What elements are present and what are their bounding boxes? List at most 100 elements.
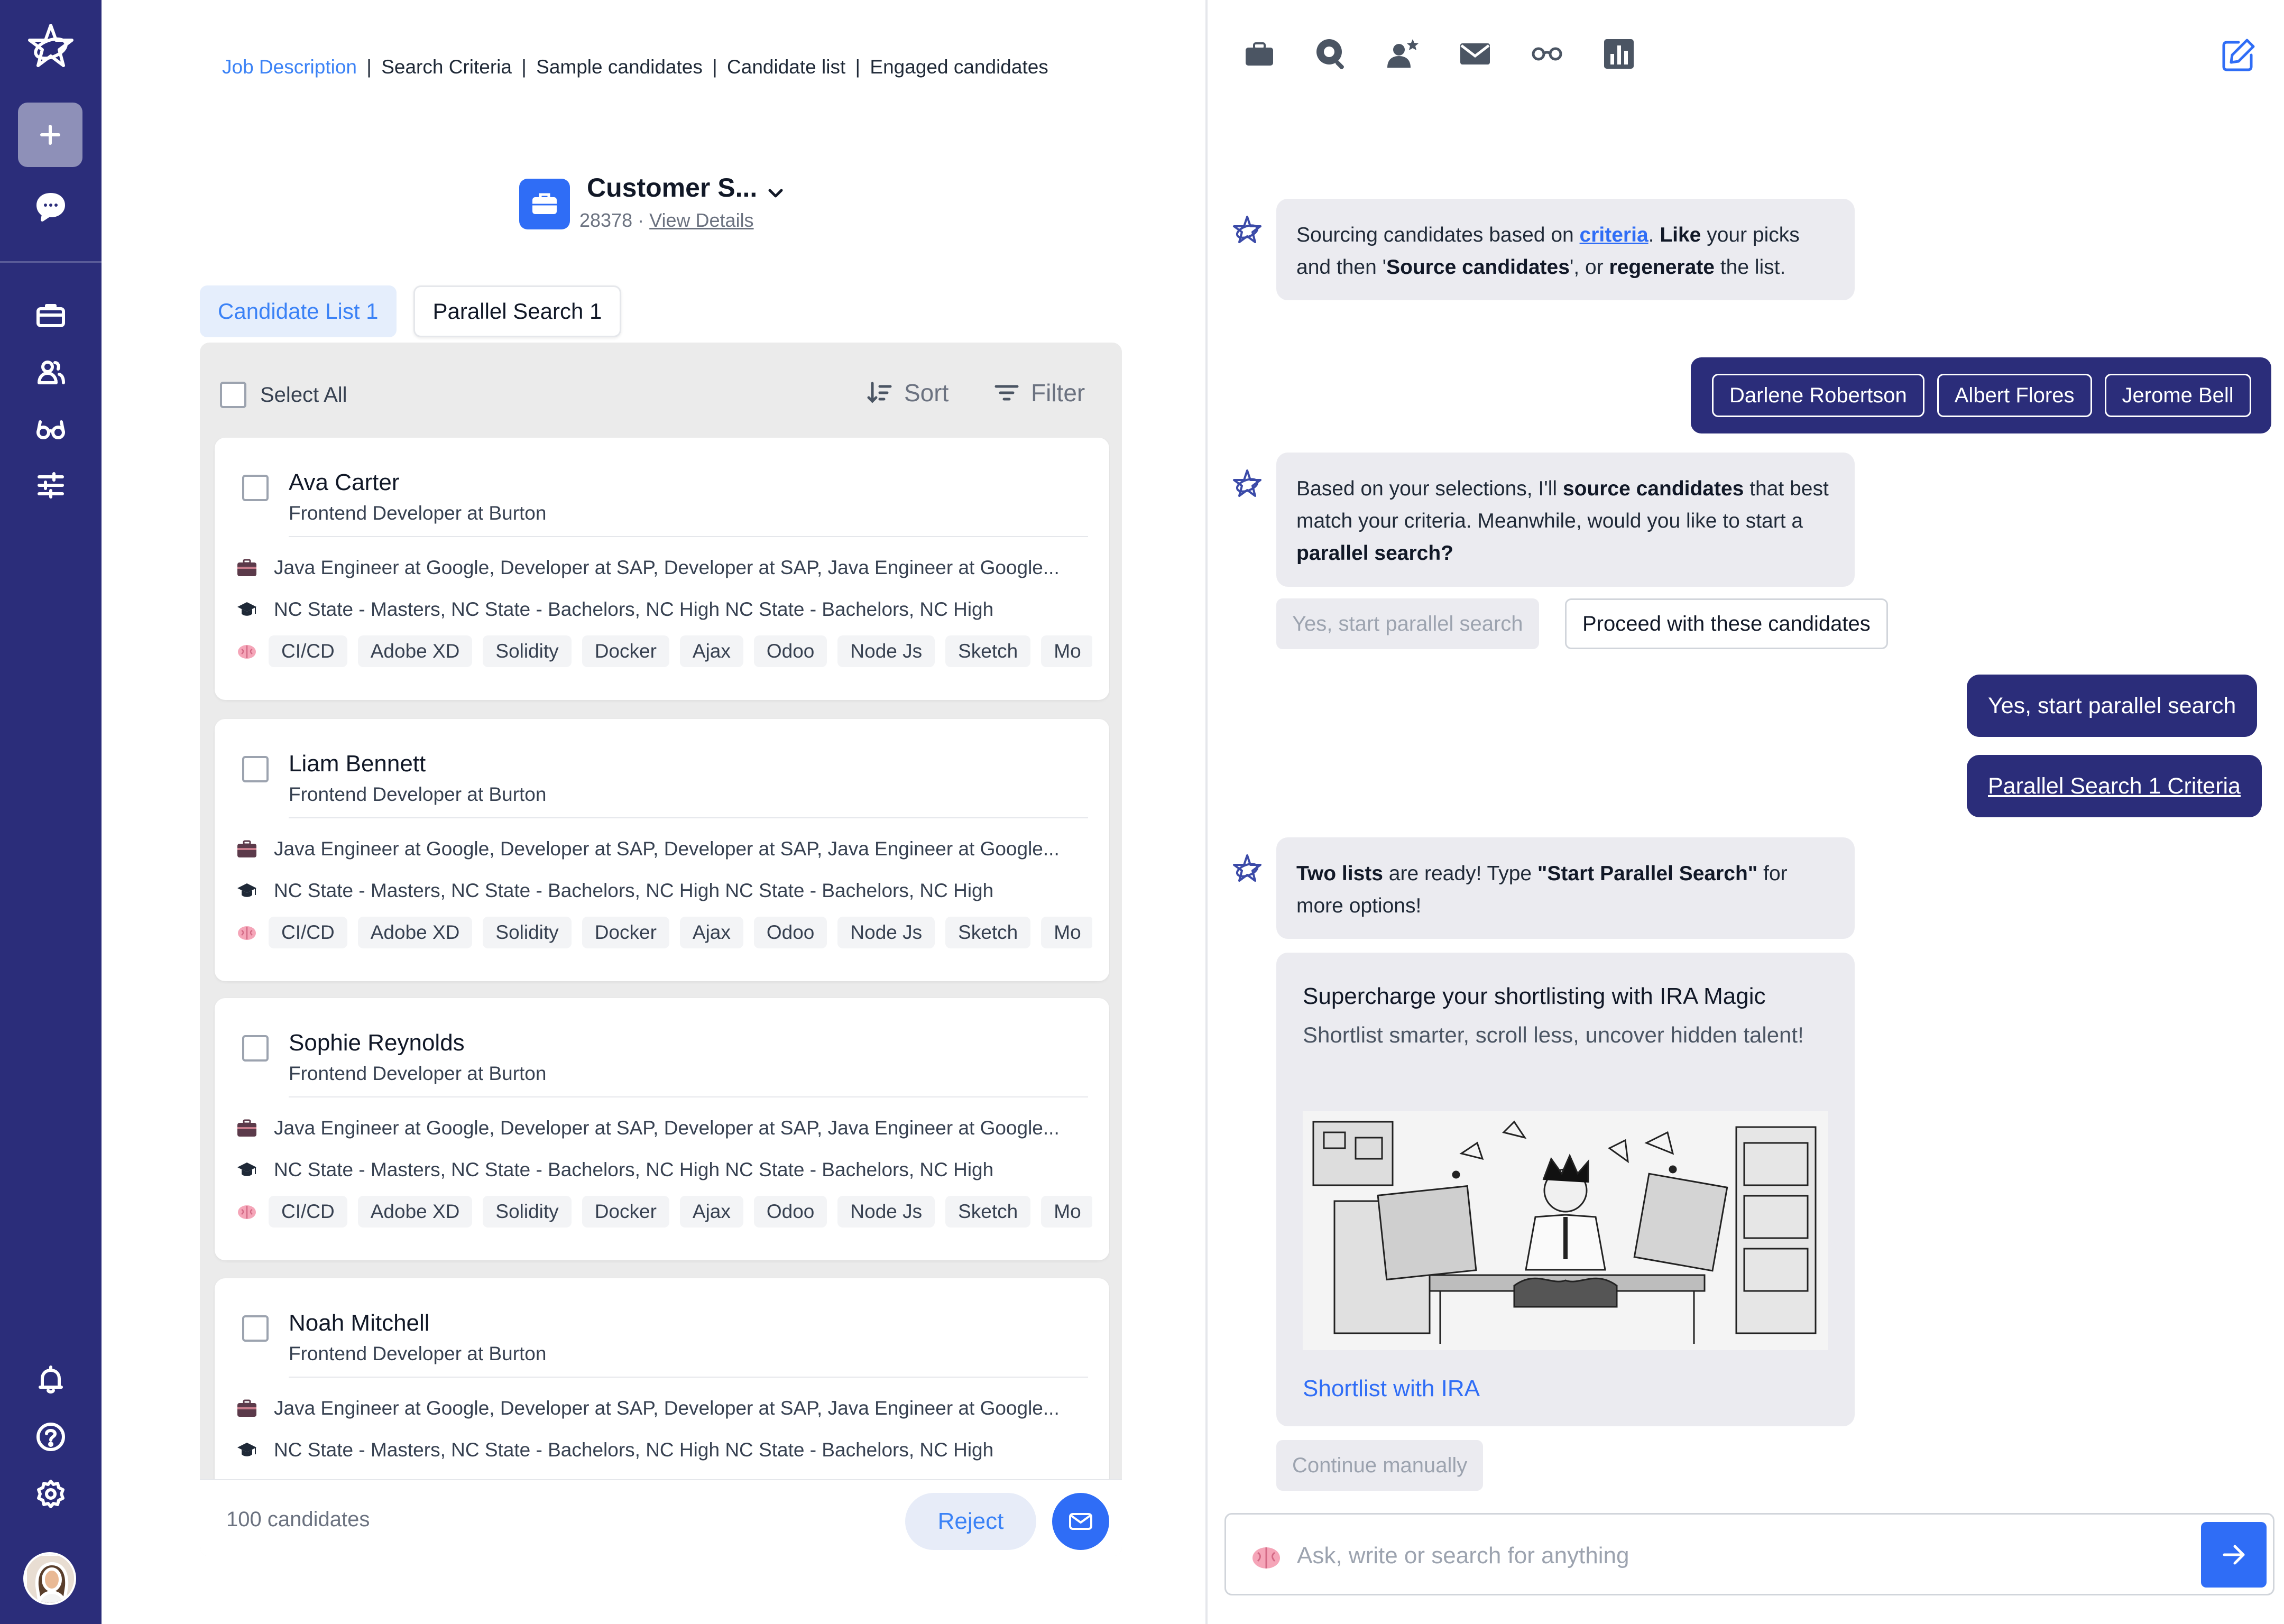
tab-parallel-search-1[interactable]: Parallel Search 1 [413,285,622,337]
pick-chip[interactable]: Jerome Bell [2104,374,2251,417]
logo-icon[interactable] [24,19,77,72]
experience-text: Java Engineer at Google, Developer at SA… [274,1117,1060,1139]
skill-chip: Node Js [837,1196,935,1228]
chat-input[interactable] [1297,1536,2143,1576]
candidate-card[interactable]: Noah Mitchell Frontend Developer at Burt… [215,1278,1109,1479]
candidate-card[interactable]: Ava Carter Frontend Developer at Burton … [215,438,1109,700]
pick-chip[interactable]: Darlene Robertson [1712,374,1924,417]
briefcase-icon [236,1397,258,1419]
job-header: Customer S... 28378 · View Details [519,168,995,237]
education-text: NC State - Masters, NC State - Bachelors… [274,598,994,620]
help-icon[interactable] [24,1410,77,1463]
chart-icon[interactable] [1602,37,1636,71]
pick-chip[interactable]: Albert Flores [1937,374,2092,417]
candidate-role: Frontend Developer at Burton [289,502,547,524]
assistant-toolbar [1242,37,1636,71]
education-text: NC State - Masters, NC State - Bachelors… [274,1159,994,1180]
assistant-avatar-icon [1231,214,1264,246]
graduation-cap-icon [236,1439,258,1461]
sliders-icon[interactable] [24,459,77,512]
breadcrumb: Job Description | Search Criteria | Samp… [222,56,1048,78]
new-conversation-edit-icon[interactable] [2219,37,2257,74]
assistant-avatar-icon [1231,467,1264,500]
breadcrumb-sample-candidates[interactable]: Sample candidates [536,56,703,78]
send-button[interactable] [2201,1522,2267,1588]
promo-subtitle: Shortlist smarter, scroll less, uncover … [1303,1022,1804,1047]
assistant-message: Sourcing candidates based on criteria. L… [1276,199,1855,300]
skill-chip: Ajax [679,1196,743,1228]
assistant-message: Based on your selections, I'll source ca… [1276,453,1855,587]
candidate-cards: Ava Carter Frontend Developer at Burton … [211,438,1110,1479]
graduation-cap-icon [236,880,258,902]
briefcase-icon [236,557,258,579]
users-icon[interactable] [24,346,77,399]
arrow-right-icon [2223,1545,2245,1565]
message-bold: source candidates [1562,477,1744,500]
parallel-search-criteria-link[interactable]: Parallel Search 1 Criteria [1988,773,2241,799]
brain-icon [1249,1540,1283,1574]
breadcrumb-search-criteria[interactable]: Search Criteria [381,56,512,78]
briefcase-icon [236,1117,258,1139]
continue-manually-option[interactable]: Continue manually [1276,1440,1484,1491]
candidate-checkbox[interactable] [242,1035,269,1062]
message-text: the list. [1714,256,1786,279]
start-parallel-search-option[interactable]: Yes, start parallel search [1276,598,1539,649]
skill-chip: Odoo [753,1196,827,1228]
select-all-checkbox[interactable] [220,382,246,408]
select-all[interactable]: Select All [220,382,347,408]
breadcrumb-engaged-candidates[interactable]: Engaged candidates [870,56,1048,78]
reject-button[interactable]: Reject [905,1493,1036,1550]
search-icon[interactable] [1314,37,1348,71]
message-text: Sourcing candidates based on [1296,224,1580,246]
select-all-label: Select All [260,383,347,407]
shortlist-with-ira-link[interactable]: Shortlist with IRA [1303,1376,1480,1402]
criteria-link[interactable]: criteria [1580,224,1648,246]
brain-icon [236,921,258,944]
candidate-name: Sophie Reynolds [289,1030,465,1056]
email-button[interactable] [1052,1493,1109,1550]
candidate-panel: Job Description | Search Criteria | Samp… [102,0,1208,1624]
user-criteria-message[interactable]: Parallel Search 1 Criteria [1967,755,2262,817]
education-row: NC State - Masters, NC State - Bachelors… [236,594,1092,625]
tab-candidate-list-1[interactable]: Candidate List 1 [200,285,397,337]
nav-rail [0,0,102,1624]
chat-composer [1224,1513,2274,1595]
skills-row: CI/CD Adobe XD Solidity Docker Ajax Odoo… [236,917,1092,948]
sort-button[interactable]: Sort [866,379,948,407]
skill-chip: CI/CD [269,917,347,948]
view-details-link[interactable]: View Details [649,209,753,231]
skill-chip: Mo [1041,635,1092,667]
briefcase-icon[interactable] [24,289,77,342]
rail-divider [0,261,102,263]
education-text: NC State - Masters, NC State - Bachelors… [274,1439,994,1461]
message-text: are ready! Type [1383,862,1537,885]
breadcrumb-candidate-list[interactable]: Candidate list [727,56,845,78]
avatar-image [25,1554,74,1603]
skill-chip: Mo [1041,1196,1092,1228]
card-divider [289,1377,1088,1378]
breadcrumb-separator: | [366,56,372,78]
bell-icon[interactable] [24,1353,77,1406]
briefcase-icon[interactable] [1242,37,1276,71]
avatar[interactable] [23,1552,76,1605]
education-row: NC State - Masters, NC State - Bachelors… [236,1154,1092,1186]
glasses-icon[interactable] [1530,37,1564,71]
filter-button[interactable]: Filter [993,379,1085,407]
proceed-option[interactable]: Proceed with these candidates [1565,598,1888,649]
candidate-checkbox[interactable] [242,756,269,782]
chat-icon[interactable] [24,180,77,233]
breadcrumb-job-description[interactable]: Job Description [222,56,357,78]
candidate-card[interactable]: Sophie Reynolds Frontend Developer at Bu… [215,998,1109,1260]
user-star-icon[interactable] [1386,37,1420,71]
new-chat-button[interactable] [18,103,82,167]
candidate-checkbox[interactable] [242,475,269,501]
settings-icon[interactable] [24,1468,77,1520]
app: Job Description | Search Criteria | Samp… [0,0,2284,1624]
candidate-checkbox[interactable] [242,1315,269,1342]
chevron-down-icon[interactable] [762,181,789,207]
skill-chip: Node Js [837,917,935,948]
glasses-icon[interactable] [24,403,77,456]
mail-icon[interactable] [1458,37,1492,71]
candidate-card[interactable]: Liam Bennett Frontend Developer at Burto… [215,719,1109,981]
experience-row: Java Engineer at Google, Developer at SA… [236,833,1092,865]
